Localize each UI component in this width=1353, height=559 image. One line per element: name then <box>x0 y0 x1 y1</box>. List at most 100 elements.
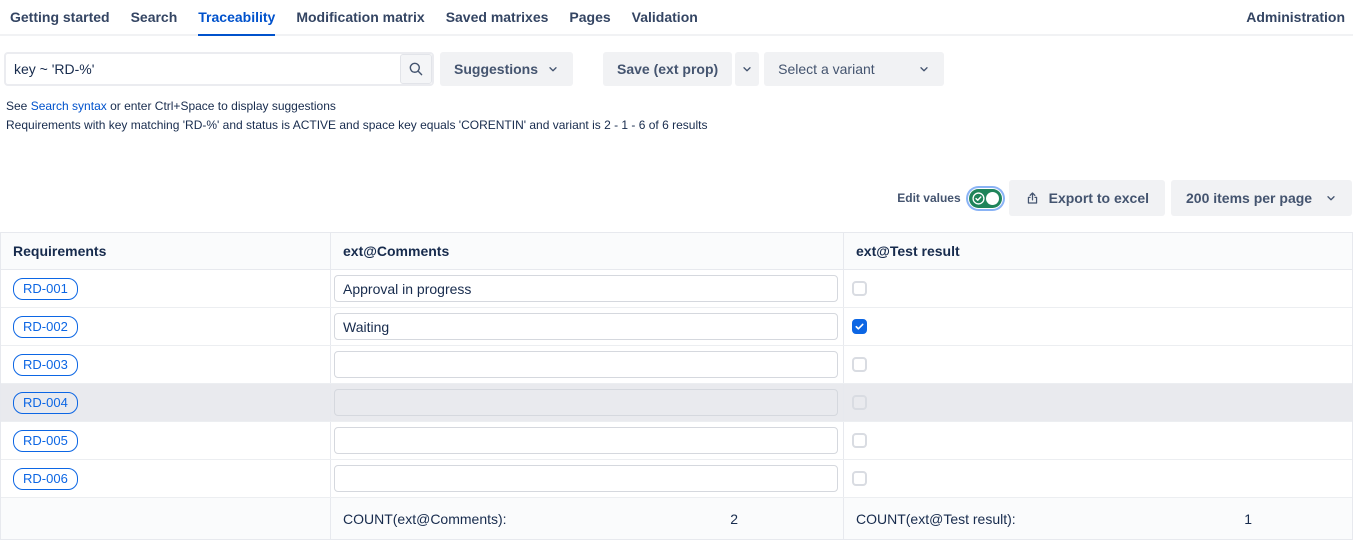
nav-tab-label: Modification matrix <box>296 9 424 25</box>
test-result-checkbox[interactable] <box>852 357 867 372</box>
nav-tabs: Getting started Search Traceability Modific… <box>10 0 719 34</box>
requirement-link[interactable]: RD-002 <box>13 316 78 338</box>
requirement-link[interactable]: RD-004 <box>13 392 78 414</box>
requirement-link[interactable]: RD-006 <box>13 468 78 490</box>
count-comments-value: 2 <box>730 511 738 527</box>
comment-input[interactable] <box>334 427 838 454</box>
test-result-cell <box>844 422 1352 459</box>
nav-tab-getting-started[interactable]: Getting started <box>10 0 110 34</box>
comment-cell <box>331 270 844 307</box>
nav-tab-modification-matrix[interactable]: Modification matrix <box>296 0 424 34</box>
traceability-table: Requirements ext@Comments ext@Test resul… <box>0 232 1353 540</box>
export-to-excel-button[interactable]: Export to excel <box>1009 180 1165 216</box>
export-icon <box>1025 190 1040 206</box>
column-header-ext-test-result: ext@Test result <box>844 233 1352 269</box>
chevron-down-icon <box>741 63 753 75</box>
comment-cell <box>331 422 844 459</box>
nav-tab-validation[interactable]: Validation <box>632 0 698 34</box>
nav-tab-saved-matrixes[interactable]: Saved matrixes <box>446 0 549 34</box>
save-label: Save (ext prop) <box>617 61 718 77</box>
result-summary: Requirements with key matching 'RD-%' an… <box>6 118 1353 132</box>
table-row: RD-001 <box>1 270 1352 308</box>
test-result-checkbox[interactable] <box>852 471 867 486</box>
export-label: Export to excel <box>1049 190 1149 206</box>
nav-tab-label: Saved matrixes <box>446 9 549 25</box>
test-result-checkbox[interactable] <box>852 433 867 448</box>
nav-tab-administration[interactable]: Administration <box>1246 0 1345 34</box>
top-navigation: Getting started Search Traceability Modific… <box>0 0 1353 36</box>
edit-values-toggle[interactable] <box>969 189 1002 208</box>
table-row: RD-004 <box>1 384 1352 422</box>
save-ext-prop-button[interactable]: Save (ext prop) <box>603 52 732 86</box>
suggestions-button[interactable]: Suggestions <box>440 52 573 86</box>
help-prefix: See <box>6 99 27 113</box>
test-result-checkbox[interactable] <box>852 281 867 296</box>
nav-tab-traceability[interactable]: Traceability <box>198 0 275 36</box>
nav-tab-label: Traceability <box>198 9 275 25</box>
requirement-link[interactable]: RD-001 <box>13 278 78 300</box>
footer-requirements-cell <box>1 498 331 539</box>
test-result-cell <box>844 346 1352 383</box>
nav-tab-label: Validation <box>632 9 698 25</box>
test-result-cell <box>844 308 1352 345</box>
nav-tab-label: Pages <box>569 9 610 25</box>
footer-comments-cell: COUNT(ext@Comments): 2 <box>331 498 844 539</box>
comment-cell <box>331 308 844 345</box>
requirement-cell: RD-004 <box>1 384 331 421</box>
requirement-link[interactable]: RD-003 <box>13 354 78 376</box>
count-test-result-label: COUNT(ext@Test result): <box>856 511 1016 527</box>
test-result-checkbox[interactable] <box>852 319 867 334</box>
search-icon <box>408 61 424 77</box>
search-syntax-link[interactable]: Search syntax <box>31 99 107 113</box>
table-footer: COUNT(ext@Comments): 2 COUNT(ext@Test re… <box>1 498 1352 539</box>
table-header: Requirements ext@Comments ext@Test resul… <box>1 233 1352 270</box>
column-header-requirements: Requirements <box>1 233 331 269</box>
test-result-cell <box>844 460 1352 497</box>
comment-input[interactable] <box>334 389 838 416</box>
requirement-cell: RD-006 <box>1 460 331 497</box>
comment-input[interactable] <box>334 275 838 302</box>
nav-tab-search[interactable]: Search <box>131 0 178 34</box>
nav-tab-pages[interactable]: Pages <box>569 0 610 34</box>
comment-input[interactable] <box>334 351 838 378</box>
test-result-cell <box>844 384 1352 421</box>
edit-values-label: Edit values <box>897 191 960 205</box>
table-row: RD-002 <box>1 308 1352 346</box>
search-button[interactable] <box>400 54 432 84</box>
search-bar: Suggestions Save (ext prop) Select a var… <box>4 52 1353 86</box>
comment-cell <box>331 460 844 497</box>
table-toolbar: Edit values Export to excel 200 items pe… <box>0 180 1352 216</box>
check-icon <box>854 321 865 332</box>
search-box <box>4 52 434 86</box>
table-row: RD-006 <box>1 460 1352 498</box>
search-query-input[interactable] <box>4 52 434 86</box>
footer-test-result-cell: COUNT(ext@Test result): 1 <box>844 498 1352 539</box>
save-options-button[interactable] <box>735 52 759 86</box>
column-header-ext-comments: ext@Comments <box>331 233 844 269</box>
variant-select-value: Select a variant <box>778 61 875 77</box>
requirement-link[interactable]: RD-005 <box>13 430 78 452</box>
search-help-text: See Search syntax or enter Ctrl+Space to… <box>6 99 1353 113</box>
chevron-down-icon <box>918 63 930 75</box>
help-suffix: or enter Ctrl+Space to display suggestio… <box>107 99 336 113</box>
chevron-down-icon <box>1325 192 1337 204</box>
check-circle-icon <box>972 192 985 205</box>
test-result-checkbox[interactable] <box>852 395 867 410</box>
count-comments-label: COUNT(ext@Comments): <box>343 511 507 527</box>
requirement-cell: RD-003 <box>1 346 331 383</box>
comment-input[interactable] <box>334 465 838 492</box>
table-row: RD-005 <box>1 422 1352 460</box>
nav-tab-label: Getting started <box>10 9 110 25</box>
comment-input[interactable] <box>334 313 838 340</box>
comment-cell <box>331 346 844 383</box>
suggestions-label: Suggestions <box>454 61 538 77</box>
items-per-page-select[interactable]: 200 items per page <box>1171 180 1352 216</box>
variant-select[interactable]: Select a variant <box>764 52 944 86</box>
table-body: RD-001 RD-002 RD-003 <box>1 270 1352 498</box>
test-result-cell <box>844 270 1352 307</box>
table-row: RD-003 <box>1 346 1352 384</box>
chevron-down-icon <box>547 63 559 75</box>
requirement-cell: RD-005 <box>1 422 331 459</box>
items-per-page-value: 200 items per page <box>1186 190 1312 206</box>
toggle-knob <box>986 192 999 205</box>
